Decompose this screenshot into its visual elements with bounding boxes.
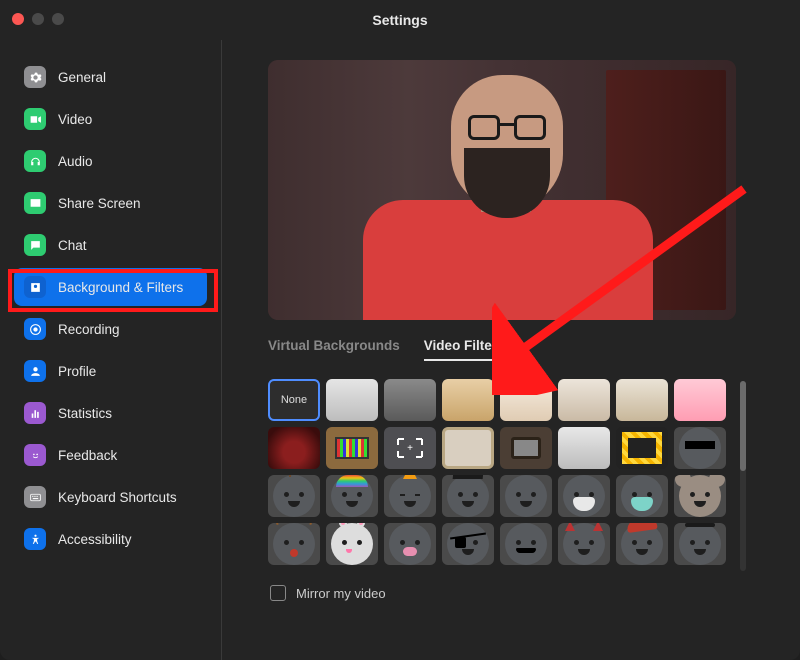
mirror-my-video-checkbox[interactable] bbox=[270, 585, 286, 601]
filter-theater[interactable] bbox=[268, 427, 320, 469]
filter-antlers[interactable] bbox=[268, 523, 320, 565]
accessibility-icon bbox=[24, 528, 46, 550]
headphones-icon bbox=[24, 150, 46, 172]
filter-eyepatch[interactable] bbox=[442, 523, 494, 565]
mirror-my-video-row[interactable]: Mirror my video bbox=[270, 585, 772, 601]
filter-tile[interactable] bbox=[558, 427, 610, 469]
filter-tile[interactable] bbox=[442, 379, 494, 421]
mirror-my-video-label: Mirror my video bbox=[296, 586, 386, 601]
chat-icon bbox=[24, 234, 46, 256]
sidebar-item-label: Background & Filters bbox=[58, 280, 183, 295]
filter-crop-frame[interactable]: + bbox=[384, 427, 436, 469]
bar-chart-icon bbox=[24, 402, 46, 424]
titlebar: Settings bbox=[0, 0, 800, 40]
filter-bunny[interactable] bbox=[326, 523, 378, 565]
filter-surgical-mask[interactable] bbox=[616, 475, 668, 517]
share-screen-icon bbox=[24, 192, 46, 214]
sidebar-item-label: Profile bbox=[58, 364, 96, 379]
svg-text:+: + bbox=[407, 443, 413, 454]
scrollbar-thumb[interactable] bbox=[740, 381, 746, 471]
filter-deal-glasses[interactable] bbox=[674, 427, 726, 469]
sidebar-item-recording[interactable]: Recording bbox=[14, 310, 207, 348]
filter-mouse-ears[interactable] bbox=[674, 475, 726, 517]
sidebar-item-share-screen[interactable]: Share Screen bbox=[14, 184, 207, 222]
sidebar-item-keyboard-shortcuts[interactable]: Keyboard Shortcuts bbox=[14, 478, 207, 516]
tab-video-filters[interactable]: Video Filters bbox=[424, 338, 505, 361]
sidebar-item-chat[interactable]: Chat bbox=[14, 226, 207, 264]
filter-old-tv[interactable] bbox=[500, 427, 552, 469]
sidebar-item-label: Audio bbox=[58, 154, 93, 169]
gear-icon bbox=[24, 66, 46, 88]
person-box-icon bbox=[24, 276, 46, 298]
filter-tile[interactable] bbox=[558, 379, 610, 421]
filter-horns[interactable] bbox=[558, 523, 610, 565]
filter-beret[interactable] bbox=[616, 523, 668, 565]
sidebar-item-profile[interactable]: Profile bbox=[14, 352, 207, 390]
main-panel: Virtual Backgrounds Video Filters None bbox=[222, 40, 800, 660]
filter-none-label: None bbox=[281, 394, 307, 406]
sidebar-item-background-filters[interactable]: Background & Filters bbox=[14, 268, 207, 306]
filter-none[interactable]: None bbox=[268, 379, 320, 421]
sidebar-item-audio[interactable]: Audio bbox=[14, 142, 207, 180]
keyboard-icon bbox=[24, 486, 46, 508]
window-controls bbox=[12, 13, 64, 25]
settings-window: Settings General Video Audio bbox=[0, 0, 800, 660]
filter-top-hat[interactable] bbox=[674, 523, 726, 565]
sidebar-item-label: Recording bbox=[58, 322, 120, 337]
sidebar-item-label: Chat bbox=[58, 238, 87, 253]
record-icon bbox=[24, 318, 46, 340]
filter-pig[interactable] bbox=[384, 523, 436, 565]
filter-halo[interactable] bbox=[500, 475, 552, 517]
video-preview-image bbox=[268, 60, 736, 320]
sidebar-item-general[interactable]: General bbox=[14, 58, 207, 96]
sidebar-item-label: Statistics bbox=[58, 406, 112, 421]
zoom-window-button[interactable] bbox=[52, 13, 64, 25]
filter-tile[interactable] bbox=[326, 379, 378, 421]
video-preview bbox=[268, 60, 736, 320]
sidebar-item-label: Video bbox=[58, 112, 92, 127]
sidebar-item-statistics[interactable]: Statistics bbox=[14, 394, 207, 432]
sidebar-item-feedback[interactable]: Feedback bbox=[14, 436, 207, 474]
filter-tile[interactable] bbox=[616, 379, 668, 421]
filter-retro-tv[interactable] bbox=[326, 427, 378, 469]
video-icon bbox=[24, 108, 46, 130]
person-icon bbox=[24, 360, 46, 382]
filter-rainbow-hat[interactable] bbox=[326, 475, 378, 517]
sidebar-item-label: Accessibility bbox=[58, 532, 132, 547]
filter-moustache[interactable] bbox=[500, 523, 552, 565]
sidebar: General Video Audio Share Screen bbox=[0, 40, 222, 660]
sidebar-item-label: Keyboard Shortcuts bbox=[58, 490, 177, 505]
window-title: Settings bbox=[372, 12, 427, 28]
tab-virtual-backgrounds[interactable]: Virtual Backgrounds bbox=[268, 338, 400, 361]
filter-n95-mask[interactable] bbox=[558, 475, 610, 517]
filter-tile[interactable] bbox=[500, 379, 552, 421]
filter-emoji-frame[interactable] bbox=[616, 427, 668, 469]
filter-party-hat[interactable] bbox=[384, 475, 436, 517]
filter-grid: None + bbox=[268, 379, 726, 571]
filter-tile[interactable] bbox=[674, 379, 726, 421]
minimize-window-button[interactable] bbox=[32, 13, 44, 25]
filter-picture-frame[interactable] bbox=[442, 427, 494, 469]
sidebar-item-accessibility[interactable]: Accessibility bbox=[14, 520, 207, 558]
filter-tabs: Virtual Backgrounds Video Filters bbox=[268, 338, 772, 361]
close-window-button[interactable] bbox=[12, 13, 24, 25]
filter-scrollbar[interactable] bbox=[740, 381, 746, 571]
smile-icon bbox=[24, 444, 46, 466]
sidebar-item-label: General bbox=[58, 70, 106, 85]
sidebar-item-label: Feedback bbox=[58, 448, 117, 463]
sidebar-item-label: Share Screen bbox=[58, 196, 141, 211]
filter-sprout[interactable] bbox=[268, 475, 320, 517]
filter-tile[interactable] bbox=[384, 379, 436, 421]
sidebar-item-video[interactable]: Video bbox=[14, 100, 207, 138]
filter-grad-cap[interactable] bbox=[442, 475, 494, 517]
